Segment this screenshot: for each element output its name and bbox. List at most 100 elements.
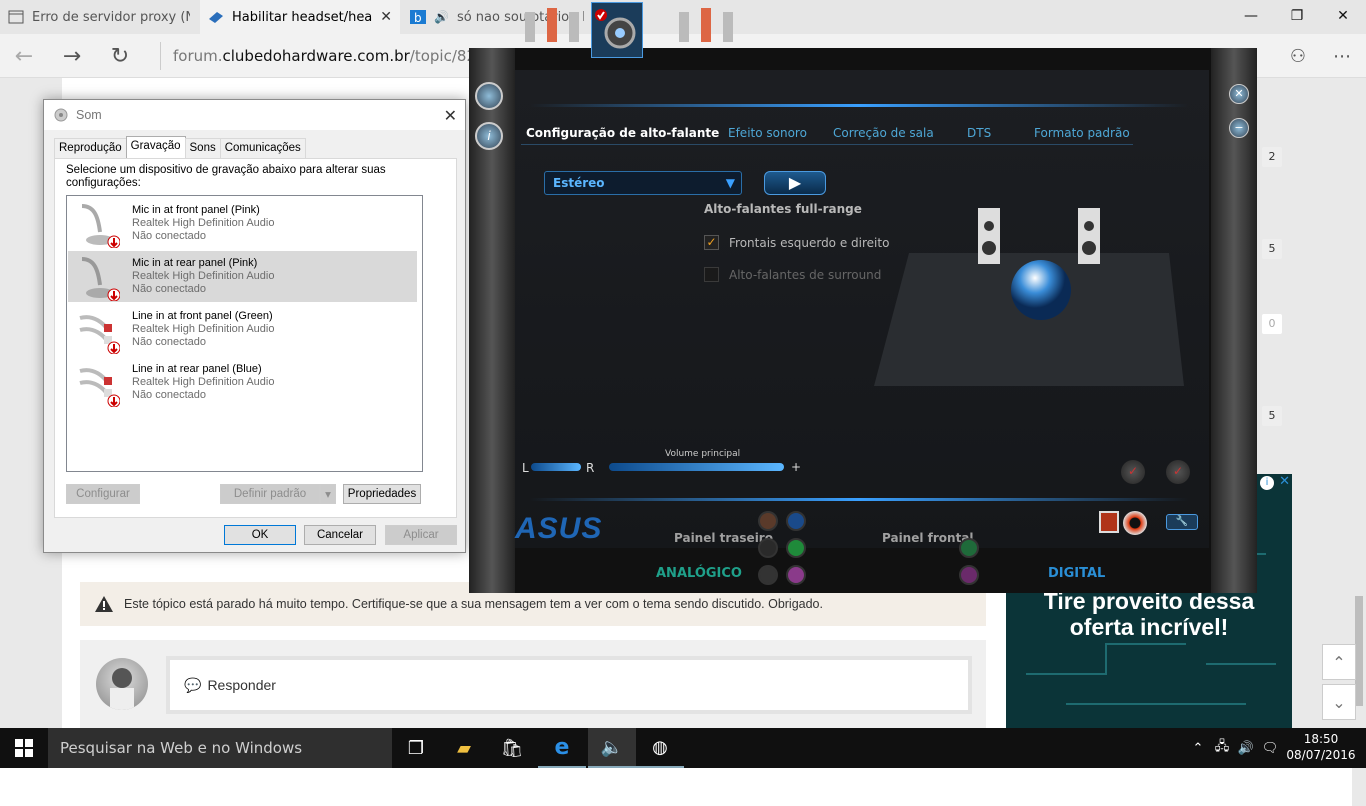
- checkmark-edit-icon[interactable]: ✓: [1166, 460, 1190, 484]
- chevron-up-icon[interactable]: ⌃: [1186, 728, 1210, 768]
- file-explorer-icon[interactable]: ▰: [440, 728, 488, 768]
- more-icon[interactable]: ⋯: [1326, 40, 1358, 72]
- speaker-icon: [54, 108, 68, 122]
- info-icon[interactable]: i: [475, 122, 503, 150]
- close-icon[interactable]: ✕: [444, 106, 457, 126]
- optical-out-icon[interactable]: [1099, 511, 1119, 533]
- analog-label: ANALÓGICO: [656, 566, 742, 581]
- play-button[interactable]: ▶: [764, 171, 826, 195]
- avatar[interactable]: [96, 658, 148, 710]
- task-view-icon[interactable]: ❐: [392, 728, 440, 768]
- device-status: Não conectado: [132, 389, 206, 401]
- ad-headline: Tire proveito dessa oferta incrível!: [1043, 588, 1255, 640]
- right-channel-label: R: [586, 461, 595, 475]
- tab-sounds[interactable]: Sons: [184, 138, 221, 158]
- full-range-label: Alto-falantes full-range: [704, 202, 862, 216]
- left-channel-label: L: [522, 461, 529, 475]
- asus-logo: ASUS: [515, 512, 603, 545]
- realtek-audio-manager: i ✕ − Configuração de alto-falante Efeit…: [469, 2, 1257, 593]
- properties-button[interactable]: Propriedades: [343, 484, 421, 504]
- rear-jack-green[interactable]: [786, 538, 806, 558]
- ad-close-icon[interactable]: ✕: [1279, 474, 1290, 489]
- taskbar: Pesquisar na Web e no Windows ❐ ▰ 🛍 e 🔈 …: [0, 728, 1366, 768]
- scroll-down-icon[interactable]: ⌄: [1322, 684, 1356, 720]
- refresh-icon[interactable]: ↻: [104, 40, 136, 72]
- front-jack-pink[interactable]: [959, 565, 979, 585]
- set-default-button[interactable]: Definir padrão: [220, 484, 320, 504]
- glow-line: [529, 498, 1189, 501]
- network-icon[interactable]: 🖧: [1210, 728, 1234, 768]
- scroll-up-icon[interactable]: ⌃: [1322, 644, 1356, 680]
- realtek-speaker-icon[interactable]: 🔈: [588, 728, 636, 768]
- checkmark-icon[interactable]: ✓: [1121, 460, 1145, 484]
- balance-slider[interactable]: [531, 463, 581, 471]
- windows-start-icon[interactable]: [0, 728, 48, 768]
- tab-default-format[interactable]: Formato padrão: [1034, 126, 1130, 140]
- rca-cable-icon: [79, 368, 120, 407]
- reply-count-badge: 5: [1262, 406, 1282, 426]
- browser-tab-proxy-error[interactable]: Erro de servidor proxy (Não é: [0, 0, 198, 34]
- audio-playing-icon[interactable]: 🔊: [434, 10, 449, 24]
- list-item[interactable]: Line in at rear panel (Blue) Realtek Hig…: [68, 357, 417, 408]
- apply-button[interactable]: Aplicar: [385, 525, 457, 545]
- browser-tab-headset[interactable]: Habilitar headset/headfo ✕: [200, 0, 400, 34]
- tab-sound-effects[interactable]: Efeito sonoro: [728, 126, 807, 140]
- wrench-icon[interactable]: 🔧: [1166, 514, 1198, 530]
- gear-icon[interactable]: [475, 82, 503, 110]
- reply-count-badge: 0: [1262, 314, 1282, 334]
- minimize-icon[interactable]: —: [1228, 0, 1274, 32]
- reply-placeholder: Responder: [207, 677, 276, 693]
- forward-arrow-icon[interactable]: →: [56, 40, 88, 72]
- sound-settings-icon[interactable]: ◍: [636, 728, 684, 768]
- recording-panel: Selecione um dispositivo de gravação aba…: [54, 158, 457, 518]
- coaxial-out-icon[interactable]: [1123, 511, 1147, 535]
- ad-info-icon[interactable]: i: [1260, 476, 1274, 490]
- share-icon[interactable]: ⚇: [1282, 40, 1314, 72]
- close-icon[interactable]: ✕: [1229, 84, 1249, 104]
- chevron-down-icon[interactable]: ▾: [320, 484, 336, 504]
- speaker-config-select[interactable]: Estéreo ▼: [544, 171, 742, 195]
- tab-dts[interactable]: DTS: [967, 126, 991, 140]
- close-tab-icon[interactable]: ✕: [380, 9, 392, 25]
- list-item[interactable]: Mic in at rear panel (Pink) Realtek High…: [68, 251, 417, 302]
- rear-jack-pink[interactable]: [786, 565, 806, 585]
- action-center-icon[interactable]: 🗨: [1258, 728, 1282, 768]
- tab-playback[interactable]: Reprodução: [54, 138, 127, 158]
- rear-jack-blue[interactable]: [786, 511, 806, 531]
- device-driver: Realtek High Definition Audio: [132, 217, 275, 229]
- tab-speaker-configuration[interactable]: Configuração de alto-falante: [526, 126, 719, 140]
- minimize-icon[interactable]: −: [1229, 118, 1249, 138]
- list-item[interactable]: Mic in at front panel (Pink) Realtek Hig…: [68, 198, 417, 249]
- master-volume-slider[interactable]: [609, 463, 784, 471]
- rear-jack-black[interactable]: [758, 538, 778, 558]
- cancel-button[interactable]: Cancelar: [304, 525, 376, 545]
- dialog-tabs: Reprodução Gravação Sons Comunicações: [54, 136, 306, 158]
- device-driver: Realtek High Definition Audio: [132, 270, 275, 282]
- surround-checkbox[interactable]: [704, 267, 719, 282]
- close-window-icon[interactable]: ✕: [1320, 0, 1366, 32]
- webcam-tab-icon[interactable]: [591, 2, 643, 58]
- configure-button[interactable]: Configurar: [66, 484, 140, 504]
- front-jack-green[interactable]: [959, 538, 979, 558]
- microphone-icon: [81, 204, 120, 248]
- reply-input[interactable]: 💬 Responder: [166, 656, 972, 714]
- edge-icon[interactable]: e: [538, 728, 586, 768]
- taskbar-search[interactable]: Pesquisar na Web e no Windows: [48, 728, 392, 768]
- taskbar-clock[interactable]: 18:50 08/07/2016: [1284, 731, 1358, 763]
- front-lr-checkbox[interactable]: ✓: [704, 235, 719, 250]
- tab-room-correction[interactable]: Correção de sala: [833, 126, 934, 140]
- tab-title: Habilitar headset/headfo: [232, 9, 373, 25]
- ok-button[interactable]: OK: [224, 525, 296, 545]
- back-arrow-icon[interactable]: ←: [8, 40, 40, 72]
- address-bar[interactable]: forum.clubedohardware.com.br/topic/82083…: [160, 42, 480, 70]
- digital-label: DIGITAL: [1048, 566, 1106, 581]
- rear-jack-orange[interactable]: [758, 511, 778, 531]
- restore-icon[interactable]: ❐: [1274, 0, 1320, 32]
- rear-jack-gray[interactable]: [758, 565, 778, 585]
- store-icon[interactable]: 🛍: [488, 728, 536, 768]
- reply-count-badge: 5: [1262, 239, 1282, 259]
- tab-communications[interactable]: Comunicações: [219, 138, 306, 158]
- tab-recording[interactable]: Gravação: [125, 136, 186, 158]
- volume-icon[interactable]: 🔊: [1234, 728, 1258, 768]
- list-item[interactable]: Line in at front panel (Green) Realtek H…: [68, 304, 417, 355]
